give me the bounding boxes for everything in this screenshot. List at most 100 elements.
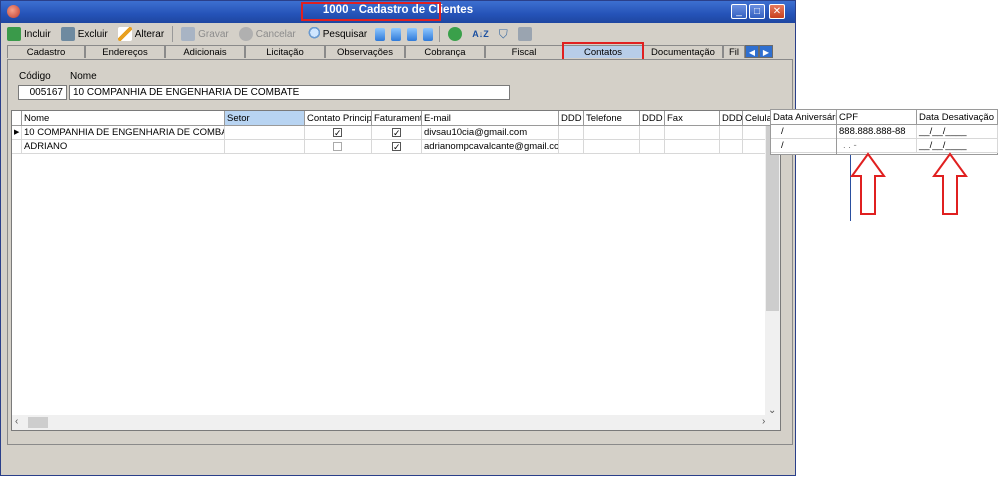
scroll-right-icon[interactable]: › <box>762 416 765 427</box>
tab-fil[interactable]: Fil <box>723 45 745 58</box>
last-record-icon[interactable] <box>423 27 434 41</box>
incluir-button[interactable]: Incluir <box>3 25 55 43</box>
col-setor[interactable]: Setor <box>225 111 305 126</box>
contacts-grid[interactable]: Nome Setor Contato Principal Faturamento… <box>11 110 781 431</box>
codigo-field[interactable]: 005167 <box>18 85 67 100</box>
cell-ddd[interactable] <box>559 140 584 154</box>
aniversario-column: Data Aniversário / / <box>770 109 837 155</box>
col-cpf[interactable]: CPF <box>837 110 917 125</box>
cell-telefone[interactable] <box>584 140 640 154</box>
title-highlight-box <box>301 2 441 21</box>
faturamento-checkbox[interactable]: ✓ <box>392 128 401 138</box>
vertical-scrollbar[interactable]: ⌄ <box>765 126 780 416</box>
col-ddd[interactable]: DDD <box>640 111 665 126</box>
cell-nome[interactable]: 10 COMPANHIA DE ENGENHARIA DE COMBATE <box>22 126 225 140</box>
col-ddd[interactable]: DDD <box>720 111 743 126</box>
arrow-up-icon <box>850 152 886 215</box>
incluir-label: Incluir <box>24 28 51 40</box>
cell-setor[interactable] <box>225 126 305 140</box>
minimize-icon[interactable]: _ <box>731 4 747 19</box>
row-pointer-icon: ▶ <box>12 126 22 140</box>
refresh-icon[interactable] <box>444 25 466 43</box>
save-icon <box>181 27 196 41</box>
cell-email[interactable]: adrianompcavalcante@gmail.com <box>422 140 559 154</box>
cell-email[interactable]: divsau10cia@gmail.com <box>422 126 559 140</box>
cell-ddd[interactable] <box>720 126 743 140</box>
cell-data-aniversario[interactable]: / <box>771 125 837 139</box>
arrow-up-icon <box>932 152 968 215</box>
contato-principal-checkbox[interactable]: ✓ <box>333 128 342 138</box>
cancelar-label: Cancelar <box>255 28 296 40</box>
contato-principal-checkbox[interactable] <box>333 142 342 151</box>
sort-az-icon[interactable]: A↓Z <box>468 25 493 43</box>
toolbar-separator <box>439 26 441 42</box>
filter-icon[interactable]: ⛉ <box>495 25 512 43</box>
tab-scroll-left-icon[interactable]: ◀ <box>745 45 759 58</box>
cell-ddd[interactable] <box>640 140 665 154</box>
cell-cpf[interactable]: . . - <box>837 139 917 153</box>
tab-documentacao[interactable]: Documentação <box>643 45 723 58</box>
col-data-aniversario[interactable]: Data Aniversário <box>771 110 837 125</box>
excluir-button[interactable]: Excluir <box>57 25 112 43</box>
cell-ddd[interactable] <box>640 126 665 140</box>
cell-fax[interactable] <box>665 126 720 140</box>
col-nome[interactable]: Nome <box>22 111 225 126</box>
title-bar[interactable]: 1000 - Cadastro de Clientes _ □ ✕ <box>1 1 795 23</box>
cell-faturamento[interactable]: ✓ <box>372 140 422 154</box>
pesquisar-label: Pesquisar <box>322 28 368 40</box>
cell-ddd[interactable] <box>720 140 743 154</box>
row-indicator-header <box>12 111 22 126</box>
tab-fiscal[interactable]: Fiscal <box>485 45 563 58</box>
row-indicator <box>12 140 22 154</box>
tab-enderecos[interactable]: Endereços <box>85 45 165 58</box>
cell-telefone[interactable] <box>584 126 640 140</box>
faturamento-checkbox[interactable]: ✓ <box>392 142 401 152</box>
scroll-left-icon[interactable]: ‹ <box>15 416 18 427</box>
tab-cobranca[interactable]: Cobrança <box>405 45 485 58</box>
first-record-icon[interactable] <box>375 27 386 41</box>
cell-data-aniversario[interactable]: / <box>771 139 837 153</box>
cell-contato-principal[interactable] <box>305 140 372 154</box>
cell-data-desativacao[interactable]: __/__/____ <box>917 125 998 139</box>
col-ddd[interactable]: DDD <box>559 111 584 126</box>
maximize-icon[interactable]: □ <box>749 4 765 19</box>
previous-record-icon[interactable] <box>391 27 402 41</box>
horizontal-scroll-thumb[interactable] <box>28 417 48 428</box>
tab-observacoes[interactable]: Observações <box>325 45 405 58</box>
codigo-label: Código <box>19 71 51 82</box>
alterar-button[interactable]: Alterar <box>114 25 168 43</box>
col-contato-principal[interactable]: Contato Principal <box>305 111 372 126</box>
add-icon <box>7 27 21 41</box>
horizontal-scrollbar[interactable]: ‹ › <box>12 415 780 430</box>
toolbar-separator <box>172 26 174 42</box>
col-data-desativacao[interactable]: Data Desativação <box>917 110 998 125</box>
pesquisar-button[interactable]: Pesquisar <box>302 25 371 43</box>
cell-faturamento[interactable]: ✓ <box>372 126 422 140</box>
tab-cadastro[interactable]: Cadastro <box>7 45 85 58</box>
cancelar-button[interactable]: Cancelar <box>235 25 300 43</box>
col-telefone[interactable]: Telefone <box>584 111 640 126</box>
excluir-label: Excluir <box>77 28 108 40</box>
tab-adicionais[interactable]: Adicionais <box>165 45 245 58</box>
pencil-icon <box>117 27 132 41</box>
next-record-icon[interactable] <box>407 27 418 41</box>
col-faturamento[interactable]: Faturamento <box>372 111 422 126</box>
trash-icon <box>60 27 75 41</box>
col-fax[interactable]: Fax <box>665 111 720 126</box>
cell-setor[interactable] <box>225 140 305 154</box>
col-email[interactable]: E-mail <box>422 111 559 126</box>
print-icon[interactable] <box>514 25 536 43</box>
cell-contato-principal[interactable]: ✓ <box>305 126 372 140</box>
toolbar: Incluir Excluir Alterar Gravar Cancelar … <box>3 24 793 44</box>
tab-scroll-right-icon[interactable]: ▶ <box>759 45 773 58</box>
cell-cpf[interactable]: 888.888.888-88 <box>837 125 917 139</box>
cell-data-desativacao[interactable]: __/__/____ <box>917 139 998 153</box>
cell-ddd[interactable] <box>559 126 584 140</box>
gravar-button[interactable]: Gravar <box>177 25 233 43</box>
close-icon[interactable]: ✕ <box>769 4 785 19</box>
tab-licitacao[interactable]: Licitação <box>245 45 325 58</box>
nome-label: Nome <box>70 71 97 82</box>
cell-fax[interactable] <box>665 140 720 154</box>
nome-field[interactable]: 10 COMPANHIA DE ENGENHARIA DE COMBATE <box>69 85 510 100</box>
cell-nome[interactable]: ADRIANO <box>22 140 225 154</box>
